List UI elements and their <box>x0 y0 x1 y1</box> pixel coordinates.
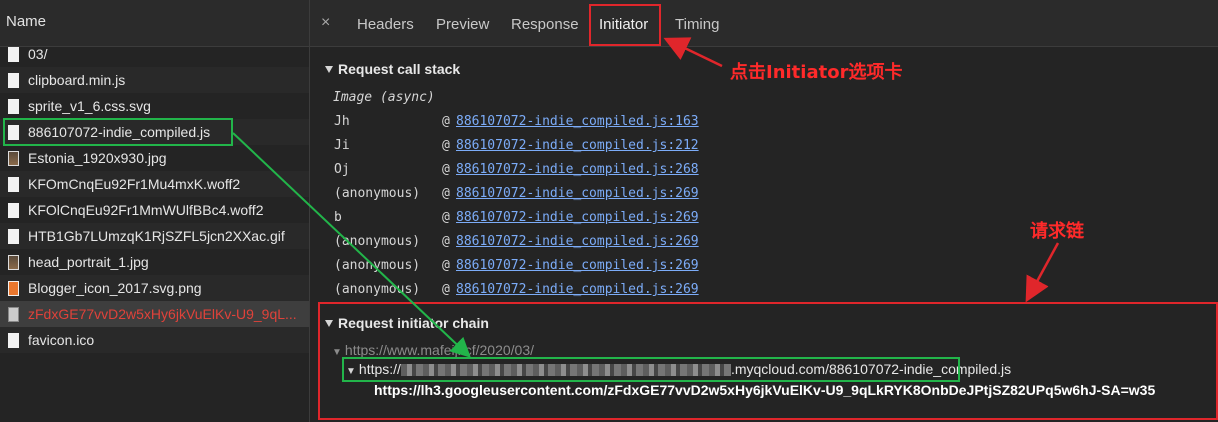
arrow-file-to-chain <box>232 132 471 358</box>
arrow-to-initiator-tab <box>663 37 723 68</box>
arrow-to-initiator-chain <box>1025 242 1060 303</box>
annotation-arrows <box>232 37 1060 358</box>
